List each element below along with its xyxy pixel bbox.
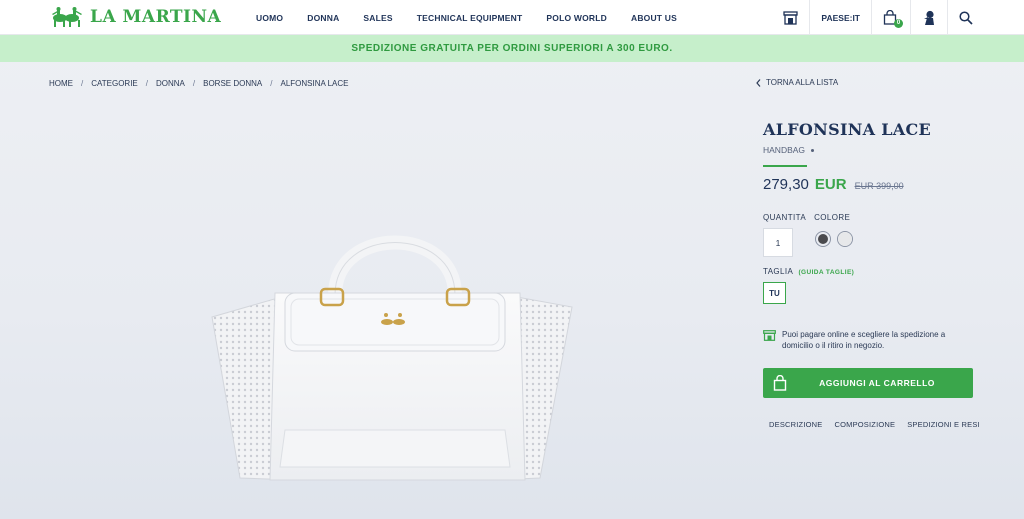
chevron-left-icon xyxy=(756,78,761,87)
back-to-list-link[interactable]: TORNA ALLA LISTA xyxy=(756,78,838,87)
site-header: LA MARTINA UOMO DONNA SALES TECHNICAL EQ… xyxy=(0,0,1024,35)
search-button[interactable] xyxy=(947,0,984,35)
product-details: ALFONSINA LACE HANDBAG 279,30 EUR EUR 39… xyxy=(763,120,980,429)
breadcrumb: HOME / CATEGORIE / DONNA / BORSE DONNA /… xyxy=(49,79,349,88)
promo-text: SPEDIZIONE GRATUITA PER ORDINI SUPERIORI… xyxy=(351,43,673,54)
nav-item-donna[interactable]: DONNA xyxy=(307,13,339,23)
product-title: ALFONSINA LACE xyxy=(763,120,932,139)
tab-descrizione[interactable]: DESCRIZIONE xyxy=(769,420,822,429)
search-icon xyxy=(959,10,973,25)
payment-info-text: Puoi pagare online e scegliere la spediz… xyxy=(782,329,945,351)
bullet-separator xyxy=(811,148,815,152)
breadcrumb-separator: / xyxy=(270,79,273,88)
payment-info: Puoi pagare online e scegliere la spediz… xyxy=(763,329,978,351)
original-price: EUR 399,00 xyxy=(854,181,904,191)
product-tabs: DESCRIZIONE COMPOSIZIONE SPEDIZIONI E RE… xyxy=(763,420,980,429)
store-icon xyxy=(783,10,799,25)
color-label: COLORE xyxy=(814,213,851,222)
country-label: PAESE:IT xyxy=(821,12,860,23)
color-swatch-dark[interactable] xyxy=(815,230,831,247)
color-swatches xyxy=(815,230,853,247)
breadcrumb-separator: / xyxy=(192,79,196,88)
divider xyxy=(763,165,807,167)
quantity-label: QUANTITA xyxy=(763,213,807,222)
option-labels: QUANTITA COLORE xyxy=(763,213,978,222)
payment-info-line-2: domicilio o il ritiro in negozio. xyxy=(782,341,885,350)
brand-name: LA MARTINA xyxy=(90,7,222,27)
brand-logo[interactable]: LA MARTINA xyxy=(50,5,221,29)
size-label-row: TAGLIA (GUIDA TAGLIE) xyxy=(763,267,978,276)
product-category: HANDBAG xyxy=(763,145,806,155)
country-selector[interactable]: PAESE:IT xyxy=(809,0,871,35)
size-guide-link[interactable]: (GUIDA TAGLIE) xyxy=(798,269,854,276)
nav-item-about-us[interactable]: ABOUT US xyxy=(631,13,677,23)
nav-item-technical-equipment[interactable]: TECHNICAL EQUIPMENT xyxy=(417,13,523,23)
store-icon xyxy=(763,330,776,341)
main-nav: UOMO DONNA SALES TECHNICAL EQUIPMENT POL… xyxy=(256,0,701,35)
user-icon xyxy=(924,10,934,25)
size-option-tu[interactable]: TU xyxy=(763,282,786,304)
cart-button[interactable]: 0 xyxy=(871,0,910,35)
add-to-cart-button[interactable]: AGGIUNGI AL CARRELLO xyxy=(763,368,973,398)
polo-player-logo-icon xyxy=(52,7,82,27)
product-image[interactable] xyxy=(200,195,590,495)
nav-item-uomo[interactable]: UOMO xyxy=(256,13,283,23)
product-category-row: HANDBAG xyxy=(763,145,978,155)
cart-count-badge: 0 xyxy=(894,18,903,28)
price-currency: EUR xyxy=(814,176,847,193)
store-locator-button[interactable] xyxy=(772,0,809,35)
size-label: TAGLIA xyxy=(763,267,793,276)
bag-icon xyxy=(773,375,787,391)
breadcrumb-donna[interactable]: DONNA xyxy=(156,79,185,88)
account-button[interactable] xyxy=(910,0,947,35)
quantity-input[interactable]: 1 xyxy=(763,228,793,257)
nav-item-sales[interactable]: SALES xyxy=(363,13,392,23)
color-swatch-white[interactable] xyxy=(837,230,853,247)
tab-spedizioni-e-resi[interactable]: SPEDIZIONI E RESI xyxy=(907,420,980,429)
promo-banner: SPEDIZIONE GRATUITA PER ORDINI SUPERIORI… xyxy=(0,35,1024,62)
tab-composizione[interactable]: COMPOSIZIONE xyxy=(834,420,895,429)
sale-price: 279,30 xyxy=(763,176,809,193)
price-row: 279,30 EUR EUR 399,00 xyxy=(763,176,978,193)
payment-info-line-1: Puoi pagare online e scegliere la spediz… xyxy=(782,330,946,339)
breadcrumb-borse-donna[interactable]: BORSE DONNA xyxy=(203,79,262,88)
breadcrumb-categorie[interactable]: CATEGORIE xyxy=(91,79,138,88)
breadcrumb-current: ALFONSINA LACE xyxy=(280,79,349,88)
breadcrumb-separator: / xyxy=(145,79,148,88)
breadcrumb-separator: / xyxy=(81,79,84,88)
add-to-cart-label: AGGIUNGI AL CARRELLO xyxy=(819,378,935,388)
back-label: TORNA ALLA LISTA xyxy=(766,78,839,87)
nav-item-polo-world[interactable]: POLO WORLD xyxy=(546,13,607,23)
header-actions: PAESE:IT 0 xyxy=(772,0,984,35)
option-row: 1 xyxy=(763,228,978,257)
breadcrumb-home[interactable]: HOME xyxy=(49,79,73,88)
